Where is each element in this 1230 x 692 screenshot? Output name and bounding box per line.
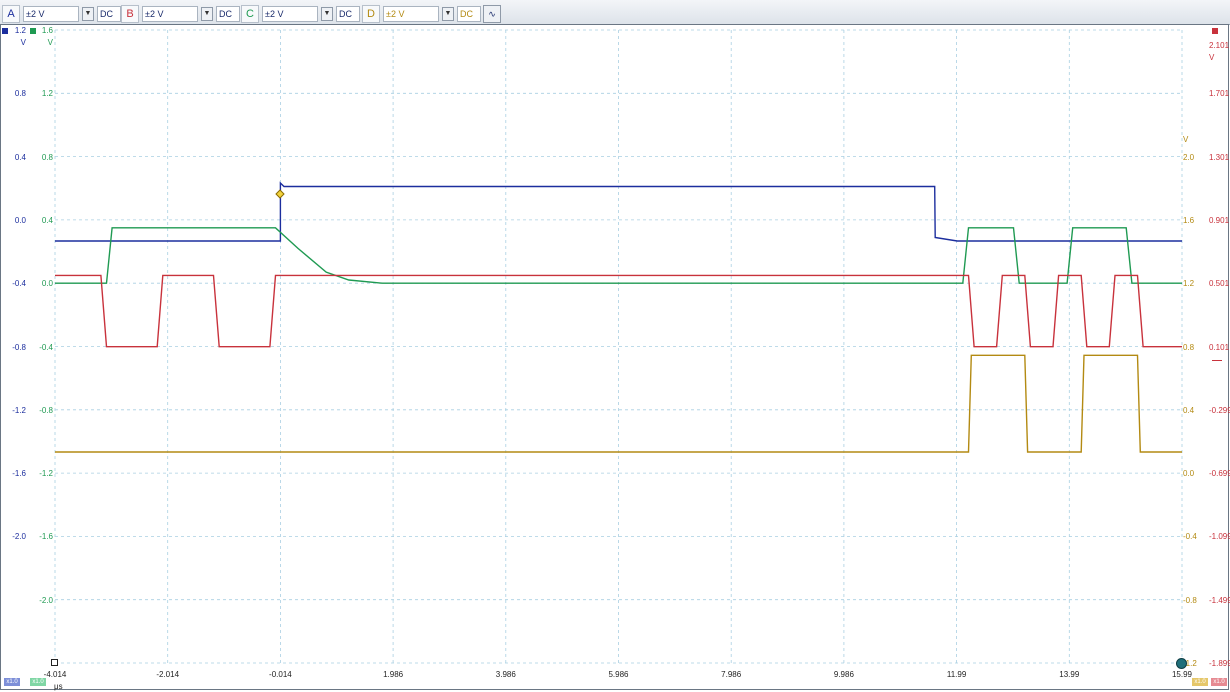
- channel-a-tick-label: -1.6: [12, 469, 26, 479]
- channel-b-scale-badge[interactable]: x1.0: [1211, 678, 1227, 686]
- x-tick-label: 1.986: [383, 670, 404, 679]
- channel-b-pin-icon: [1212, 28, 1218, 34]
- channel-b-tick-label: 1.301: [1209, 152, 1230, 162]
- channel-d-scale-badge[interactable]: x1.0: [1192, 678, 1208, 686]
- channel-a-axis-unit: V: [20, 38, 26, 47]
- channel-c-axis-unit: V: [47, 38, 53, 47]
- channel-d-tick-label: 1.6: [1183, 215, 1195, 225]
- ruler-origin-handle[interactable]: [51, 659, 58, 666]
- x-tick-label: 15.99: [1171, 670, 1193, 679]
- trigger-marker-icon[interactable]: [275, 189, 285, 199]
- channel-a-tick-label: 0.8: [14, 89, 26, 99]
- x-tick-label: -0.014: [269, 670, 292, 679]
- channel-d-tick-label: 0.4: [1183, 405, 1195, 415]
- channel-b-tick-label: 0.901: [1209, 215, 1230, 225]
- channel-a-tick-label: -0.8: [12, 342, 26, 352]
- channel-b-tick-label: -1.099: [1209, 532, 1230, 542]
- x-tick-label: -2.014: [156, 670, 180, 679]
- x-tick-label: -4.014: [43, 670, 67, 679]
- ruler-end-handle[interactable]: [1176, 658, 1187, 669]
- channel-c-tick-label: 0.8: [41, 152, 53, 162]
- channel-c-tick-label: -1.6: [39, 532, 53, 542]
- channel-a-tick-label: -2.0: [12, 532, 26, 542]
- channel-b-offset-marker: [1212, 360, 1222, 361]
- channel-c-scale-badge[interactable]: x1.0: [30, 678, 46, 686]
- x-tick-label: 5.986: [608, 670, 629, 679]
- channel-c-tick-label: -2.0: [39, 595, 53, 605]
- channel-b-tick-label: -0.699: [1209, 469, 1230, 479]
- channel-d-tick-label: 1.2: [1183, 279, 1195, 289]
- channel-c-tick-label: 0.4: [41, 215, 53, 225]
- channel-c-tick-label: -1.2: [39, 469, 53, 479]
- channel-b-tick-label: 0.501: [1209, 279, 1230, 289]
- channel-b-tick-label: -0.299: [1209, 405, 1230, 415]
- channel-d-axis-unit: V: [1183, 135, 1189, 144]
- channel-d-tick-label: 0.0: [1183, 469, 1195, 479]
- channel-c-tick-label: -0.4: [39, 342, 53, 352]
- channel-b-axis-unit: V: [1209, 53, 1215, 62]
- channel-c-tick-label: 0.0: [41, 279, 53, 289]
- channel-a-tick-label: -1.2: [12, 405, 26, 415]
- x-axis-unit: μs: [54, 682, 63, 691]
- channel-b-tick-label: -1.499: [1209, 595, 1230, 605]
- channel-a-tick-label: -0.4: [12, 279, 26, 289]
- channel-c-tick-label: 1.2: [41, 89, 53, 99]
- channel-a-tick-label: 0.4: [14, 152, 26, 162]
- x-tick-label: 13.99: [1059, 670, 1080, 679]
- channel-a-pin-icon: [2, 28, 8, 34]
- channel-d-tick-label: 0.8: [1183, 342, 1195, 352]
- channel-c-tick-label: -0.8: [39, 405, 53, 415]
- x-tick-label: 9.986: [833, 670, 854, 679]
- channel-a-scale-badge[interactable]: x1.0: [4, 678, 20, 686]
- x-tick-label: 7.986: [721, 670, 742, 679]
- x-tick-label: 11.99: [946, 670, 967, 679]
- channel-d-tick-label: 2.0: [1183, 152, 1195, 162]
- channel-b-tick-label: 2.101: [1209, 41, 1230, 50]
- channel-c-pin-icon: [30, 28, 36, 34]
- channel-b-tick-label: 0.101: [1209, 342, 1230, 352]
- channel-d-tick-label: -0.4: [1183, 532, 1197, 542]
- channel-c-tick-label: 1.6: [41, 26, 53, 35]
- channel-b-tick-label: 1.701: [1209, 89, 1230, 99]
- scope-plot[interactable]: [0, 0, 1230, 692]
- channel-a-tick-label: 0.0: [14, 215, 26, 225]
- channel-b-tick-label: -1.899: [1209, 659, 1230, 668]
- channel-d-tick-label: -0.8: [1183, 595, 1197, 605]
- x-tick-label: 3.986: [495, 670, 516, 679]
